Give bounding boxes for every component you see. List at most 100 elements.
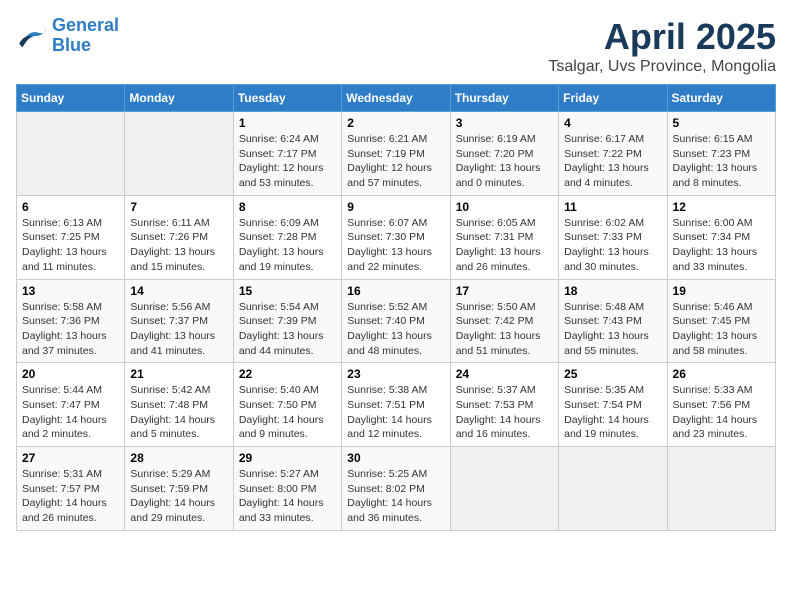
calendar-cell: 5 Sunrise: 6:15 AM Sunset: 7:23 PM Dayli… — [667, 112, 775, 196]
day-number: 18 — [564, 284, 661, 298]
day-detail: Sunrise: 5:40 AM Sunset: 7:50 PM Dayligh… — [239, 383, 336, 442]
calendar-cell — [450, 447, 558, 531]
day-detail: Sunrise: 6:15 AM Sunset: 7:23 PM Dayligh… — [673, 132, 770, 191]
calendar-cell: 29 Sunrise: 5:27 AM Sunset: 8:00 PM Dayl… — [233, 447, 341, 531]
day-detail: Sunrise: 5:27 AM Sunset: 8:00 PM Dayligh… — [239, 467, 336, 526]
calendar-cell — [17, 112, 125, 196]
calendar-cell: 30 Sunrise: 5:25 AM Sunset: 8:02 PM Dayl… — [342, 447, 450, 531]
weekday-header: Wednesday — [342, 85, 450, 112]
day-number: 28 — [130, 451, 227, 465]
calendar-cell: 1 Sunrise: 6:24 AM Sunset: 7:17 PM Dayli… — [233, 112, 341, 196]
day-detail: Sunrise: 5:50 AM Sunset: 7:42 PM Dayligh… — [456, 300, 553, 359]
calendar-cell — [667, 447, 775, 531]
calendar-cell: 12 Sunrise: 6:00 AM Sunset: 7:34 PM Dayl… — [667, 195, 775, 279]
day-detail: Sunrise: 6:19 AM Sunset: 7:20 PM Dayligh… — [456, 132, 553, 191]
day-number: 12 — [673, 200, 770, 214]
day-number: 7 — [130, 200, 227, 214]
calendar-week-row: 6 Sunrise: 6:13 AM Sunset: 7:25 PM Dayli… — [17, 195, 776, 279]
day-number: 19 — [673, 284, 770, 298]
calendar-cell: 24 Sunrise: 5:37 AM Sunset: 7:53 PM Dayl… — [450, 363, 558, 447]
calendar-cell: 4 Sunrise: 6:17 AM Sunset: 7:22 PM Dayli… — [559, 112, 667, 196]
calendar-subtitle: Tsalgar, Uvs Province, Mongolia — [548, 58, 776, 76]
day-detail: Sunrise: 6:11 AM Sunset: 7:26 PM Dayligh… — [130, 216, 227, 275]
day-number: 23 — [347, 367, 444, 381]
day-detail: Sunrise: 5:56 AM Sunset: 7:37 PM Dayligh… — [130, 300, 227, 359]
day-number: 25 — [564, 367, 661, 381]
day-number: 21 — [130, 367, 227, 381]
day-detail: Sunrise: 6:00 AM Sunset: 7:34 PM Dayligh… — [673, 216, 770, 275]
day-detail: Sunrise: 5:54 AM Sunset: 7:39 PM Dayligh… — [239, 300, 336, 359]
day-number: 16 — [347, 284, 444, 298]
calendar-cell: 28 Sunrise: 5:29 AM Sunset: 7:59 PM Dayl… — [125, 447, 233, 531]
calendar-week-row: 20 Sunrise: 5:44 AM Sunset: 7:47 PM Dayl… — [17, 363, 776, 447]
calendar-cell: 16 Sunrise: 5:52 AM Sunset: 7:40 PM Dayl… — [342, 279, 450, 363]
weekday-header: Thursday — [450, 85, 558, 112]
day-detail: Sunrise: 6:07 AM Sunset: 7:30 PM Dayligh… — [347, 216, 444, 275]
calendar-cell: 19 Sunrise: 5:46 AM Sunset: 7:45 PM Dayl… — [667, 279, 775, 363]
day-detail: Sunrise: 6:21 AM Sunset: 7:19 PM Dayligh… — [347, 132, 444, 191]
day-detail: Sunrise: 6:09 AM Sunset: 7:28 PM Dayligh… — [239, 216, 336, 275]
calendar-cell: 22 Sunrise: 5:40 AM Sunset: 7:50 PM Dayl… — [233, 363, 341, 447]
day-detail: Sunrise: 6:17 AM Sunset: 7:22 PM Dayligh… — [564, 132, 661, 191]
calendar-cell: 25 Sunrise: 5:35 AM Sunset: 7:54 PM Dayl… — [559, 363, 667, 447]
weekday-header: Saturday — [667, 85, 775, 112]
calendar-cell: 18 Sunrise: 5:48 AM Sunset: 7:43 PM Dayl… — [559, 279, 667, 363]
day-number: 8 — [239, 200, 336, 214]
day-detail: Sunrise: 5:25 AM Sunset: 8:02 PM Dayligh… — [347, 467, 444, 526]
calendar-cell: 20 Sunrise: 5:44 AM Sunset: 7:47 PM Dayl… — [17, 363, 125, 447]
calendar-cell: 3 Sunrise: 6:19 AM Sunset: 7:20 PM Dayli… — [450, 112, 558, 196]
day-detail: Sunrise: 5:52 AM Sunset: 7:40 PM Dayligh… — [347, 300, 444, 359]
day-number: 1 — [239, 116, 336, 130]
calendar-cell: 11 Sunrise: 6:02 AM Sunset: 7:33 PM Dayl… — [559, 195, 667, 279]
weekday-header: Monday — [125, 85, 233, 112]
day-number: 17 — [456, 284, 553, 298]
day-number: 15 — [239, 284, 336, 298]
day-number: 13 — [22, 284, 119, 298]
day-detail: Sunrise: 5:35 AM Sunset: 7:54 PM Dayligh… — [564, 383, 661, 442]
calendar-cell: 10 Sunrise: 6:05 AM Sunset: 7:31 PM Dayl… — [450, 195, 558, 279]
calendar-cell: 23 Sunrise: 5:38 AM Sunset: 7:51 PM Dayl… — [342, 363, 450, 447]
day-detail: Sunrise: 6:24 AM Sunset: 7:17 PM Dayligh… — [239, 132, 336, 191]
day-detail: Sunrise: 5:38 AM Sunset: 7:51 PM Dayligh… — [347, 383, 444, 442]
calendar-cell — [125, 112, 233, 196]
calendar-cell: 15 Sunrise: 5:54 AM Sunset: 7:39 PM Dayl… — [233, 279, 341, 363]
day-detail: Sunrise: 5:48 AM Sunset: 7:43 PM Dayligh… — [564, 300, 661, 359]
calendar-week-row: 13 Sunrise: 5:58 AM Sunset: 7:36 PM Dayl… — [17, 279, 776, 363]
day-number: 11 — [564, 200, 661, 214]
calendar-cell: 27 Sunrise: 5:31 AM Sunset: 7:57 PM Dayl… — [17, 447, 125, 531]
day-detail: Sunrise: 5:42 AM Sunset: 7:48 PM Dayligh… — [130, 383, 227, 442]
title-block: April 2025 Tsalgar, Uvs Province, Mongol… — [548, 16, 776, 76]
weekday-header: Friday — [559, 85, 667, 112]
calendar-cell: 2 Sunrise: 6:21 AM Sunset: 7:19 PM Dayli… — [342, 112, 450, 196]
logo-text: General Blue — [52, 16, 119, 56]
calendar-cell: 14 Sunrise: 5:56 AM Sunset: 7:37 PM Dayl… — [125, 279, 233, 363]
calendar-cell: 17 Sunrise: 5:50 AM Sunset: 7:42 PM Dayl… — [450, 279, 558, 363]
logo-bird-icon — [16, 22, 48, 50]
calendar-week-row: 1 Sunrise: 6:24 AM Sunset: 7:17 PM Dayli… — [17, 112, 776, 196]
calendar-cell: 7 Sunrise: 6:11 AM Sunset: 7:26 PM Dayli… — [125, 195, 233, 279]
calendar-title: April 2025 — [548, 16, 776, 58]
weekday-header: Tuesday — [233, 85, 341, 112]
calendar-cell — [559, 447, 667, 531]
day-detail: Sunrise: 5:37 AM Sunset: 7:53 PM Dayligh… — [456, 383, 553, 442]
weekday-header: Sunday — [17, 85, 125, 112]
calendar-cell: 26 Sunrise: 5:33 AM Sunset: 7:56 PM Dayl… — [667, 363, 775, 447]
day-number: 2 — [347, 116, 444, 130]
day-number: 4 — [564, 116, 661, 130]
page-header: General Blue April 2025 Tsalgar, Uvs Pro… — [16, 16, 776, 76]
day-detail: Sunrise: 5:58 AM Sunset: 7:36 PM Dayligh… — [22, 300, 119, 359]
day-number: 22 — [239, 367, 336, 381]
calendar-table: SundayMondayTuesdayWednesdayThursdayFrid… — [16, 84, 776, 531]
day-number: 20 — [22, 367, 119, 381]
day-number: 29 — [239, 451, 336, 465]
calendar-cell: 8 Sunrise: 6:09 AM Sunset: 7:28 PM Dayli… — [233, 195, 341, 279]
day-number: 27 — [22, 451, 119, 465]
day-detail: Sunrise: 5:46 AM Sunset: 7:45 PM Dayligh… — [673, 300, 770, 359]
day-number: 24 — [456, 367, 553, 381]
day-number: 10 — [456, 200, 553, 214]
calendar-week-row: 27 Sunrise: 5:31 AM Sunset: 7:57 PM Dayl… — [17, 447, 776, 531]
day-number: 14 — [130, 284, 227, 298]
day-number: 9 — [347, 200, 444, 214]
day-detail: Sunrise: 5:33 AM Sunset: 7:56 PM Dayligh… — [673, 383, 770, 442]
calendar-cell: 13 Sunrise: 5:58 AM Sunset: 7:36 PM Dayl… — [17, 279, 125, 363]
